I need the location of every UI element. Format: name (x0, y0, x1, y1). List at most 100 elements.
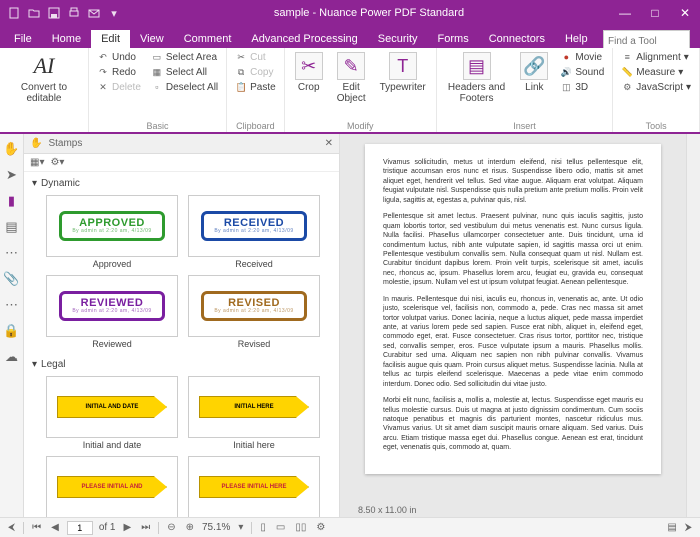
tab-edit[interactable]: Edit (91, 30, 130, 48)
paste-icon: 📋 (235, 81, 247, 93)
select-all-button[interactable]: ▦Select All (149, 65, 220, 79)
fit-page-icon[interactable]: ▯ (258, 522, 268, 533)
js-icon: ⚙ (621, 81, 633, 93)
stamp-received[interactable]: RECEIVEDBy admin at 2:20 am, 4/13/09Rece… (186, 195, 322, 269)
collapse-panel-icon[interactable]: ⮜ (6, 522, 17, 533)
alignment-button[interactable]: ≡Alignment ▾ (619, 50, 693, 64)
arrow-tool-icon[interactable]: ➤ (3, 166, 21, 184)
tab-file[interactable]: File (4, 30, 42, 48)
zoom-dropdown-icon[interactable]: ▾ (236, 522, 245, 533)
stamp-initial-date[interactable]: INITIAL AND DATEInitial and date (44, 376, 180, 450)
zoom-in-icon[interactable]: ⊕ (184, 522, 196, 533)
copy-button[interactable]: ⧉Copy (233, 65, 278, 79)
deselect-button[interactable]: ▫Deselect All (149, 80, 220, 94)
next-page-icon[interactable]: ▶ (122, 522, 134, 533)
expand-icon[interactable]: ⮞ (683, 522, 694, 533)
two-page-icon[interactable]: ▯▯ (293, 522, 308, 533)
section-dynamic[interactable]: ▾Dynamic (28, 176, 335, 191)
more-icon[interactable]: ⋯ (3, 296, 21, 314)
sound-button[interactable]: 🔊Sound (558, 65, 606, 79)
panel-toolbar: ▦▾ ⚙▾ (24, 154, 339, 172)
prev-page-icon[interactable]: ◀ (49, 522, 61, 533)
pages-icon[interactable]: ▤ (3, 218, 21, 236)
last-page-icon[interactable]: ⏭ (139, 522, 152, 533)
paragraph: Morbi elit nunc, facilisis a, mollis a, … (383, 396, 643, 453)
stamp-tool-icon[interactable]: ✋ (30, 138, 42, 149)
tab-help[interactable]: Help (555, 30, 598, 48)
dynamic-grid: APPROVEDBy admin at 2:20 am, 4/13/09Appr… (28, 191, 335, 357)
zoom-out-icon[interactable]: ⊖ (165, 522, 177, 533)
stamp-please-initial-on[interactable]: PLEASE INITIAL ANDPlease initial on (44, 456, 180, 517)
new-stamp-icon[interactable]: ▦▾ (30, 157, 44, 168)
select-area-icon: ▭ (151, 51, 163, 63)
gear-icon[interactable]: ⚙▾ (50, 157, 64, 168)
cut-button[interactable]: ✂Cut (233, 50, 278, 64)
fit-width-icon[interactable]: ▭ (274, 522, 287, 533)
left-sidebar: ✋ ➤ ▮ ▤ ⋯ 📎 ⋯ 🔒 ☁ (0, 134, 24, 517)
stamp-please-initial-here[interactable]: PLEASE INITIAL HEREPlease initial here (186, 456, 322, 517)
options-icon[interactable]: ⚙ (314, 522, 327, 533)
comments-icon[interactable]: ⋯ (3, 244, 21, 262)
save-icon[interactable] (46, 5, 62, 21)
cloud-icon[interactable]: ☁ (3, 348, 21, 366)
window-controls: — □ ✕ (610, 0, 700, 26)
vertical-scrollbar[interactable] (686, 134, 700, 517)
attachments-icon[interactable]: 📎 (3, 270, 21, 288)
new-icon[interactable] (6, 5, 22, 21)
deselect-icon: ▫ (151, 81, 163, 93)
redo-button[interactable]: ↷Redo (95, 65, 143, 79)
stamp-approved[interactable]: APPROVEDBy admin at 2:20 am, 4/13/09Appr… (44, 195, 180, 269)
page-number-input[interactable] (67, 521, 93, 535)
find-tool-input[interactable] (604, 35, 689, 48)
tab-security[interactable]: Security (368, 30, 428, 48)
select-area-button[interactable]: ▭Select Area (149, 50, 220, 64)
page-total: of 1 (99, 522, 116, 533)
stamp-initial-here[interactable]: INITIAL HEREInitial here (186, 376, 322, 450)
print-icon[interactable] (66, 5, 82, 21)
panel-body: ▾Dynamic APPROVEDBy admin at 2:20 am, 4/… (24, 172, 339, 517)
workspace: ✋ ➤ ▮ ▤ ⋯ 📎 ⋯ 🔒 ☁ ✋ Stamps ✕ ▦▾ ⚙▾ ▾Dyna… (0, 134, 700, 517)
stamp-reviewed[interactable]: REVIEWEDBy admin at 2:20 am, 4/13/09Revi… (44, 275, 180, 349)
document-viewport[interactable]: Vivamus sollicitudin, metus ut interdum … (340, 134, 686, 517)
tab-view[interactable]: View (130, 30, 174, 48)
email-icon[interactable] (86, 5, 102, 21)
quick-access-toolbar: ▾ (0, 5, 128, 21)
paste-button[interactable]: 📋Paste (233, 80, 278, 94)
zoom-value: 75.1% (202, 522, 230, 533)
minimize-button[interactable]: — (610, 0, 640, 26)
headers-button[interactable]: ▤Headers and Footers (443, 50, 511, 106)
open-icon[interactable] (26, 5, 42, 21)
tab-advanced[interactable]: Advanced Processing (241, 30, 367, 48)
bookmark-icon[interactable]: ▮ (3, 192, 21, 210)
undo-button[interactable]: ↶Undo (95, 50, 143, 64)
collapse-icon: ▾ (32, 178, 37, 189)
collapse-icon: ▾ (32, 359, 37, 370)
delete-button[interactable]: ✕Delete (95, 80, 143, 94)
stamp-revised[interactable]: REVISEDBy admin at 2:20 am, 4/13/09Revis… (186, 275, 322, 349)
panel-close-icon[interactable]: ✕ (325, 138, 333, 149)
tab-connectors[interactable]: Connectors (479, 30, 555, 48)
tab-home[interactable]: Home (42, 30, 91, 48)
edit-object-button[interactable]: ✎Edit Object (333, 50, 370, 106)
typewriter-button[interactable]: TTypewriter (376, 50, 430, 95)
measure-button[interactable]: 📏Measure ▾ (619, 65, 693, 79)
convert-button[interactable]: AI Convert to editable (6, 50, 82, 106)
view-mode-icon[interactable]: ▤ (665, 522, 678, 533)
hand-tool-icon[interactable]: ✋ (3, 140, 21, 158)
group-insert: ▤Headers and Footers 🔗Link ●Movie 🔊Sound… (437, 48, 614, 132)
first-page-icon[interactable]: ⏮ (30, 522, 43, 533)
dropdown-icon[interactable]: ▾ (106, 5, 122, 21)
javascript-button[interactable]: ⚙JavaScript ▾ (619, 80, 693, 94)
crop-button[interactable]: ✂Crop (291, 50, 327, 95)
close-button[interactable]: ✕ (670, 0, 700, 26)
security-icon[interactable]: 🔒 (3, 322, 21, 340)
3d-button[interactable]: ◫3D (558, 80, 606, 94)
find-tool-box[interactable] (603, 30, 690, 48)
link-button[interactable]: 🔗Link (516, 50, 552, 95)
tab-comment[interactable]: Comment (174, 30, 242, 48)
group-convert: AI Convert to editable (0, 48, 89, 132)
maximize-button[interactable]: □ (640, 0, 670, 26)
section-legal[interactable]: ▾Legal (28, 357, 335, 372)
tab-forms[interactable]: Forms (428, 30, 479, 48)
movie-button[interactable]: ●Movie (558, 50, 606, 64)
